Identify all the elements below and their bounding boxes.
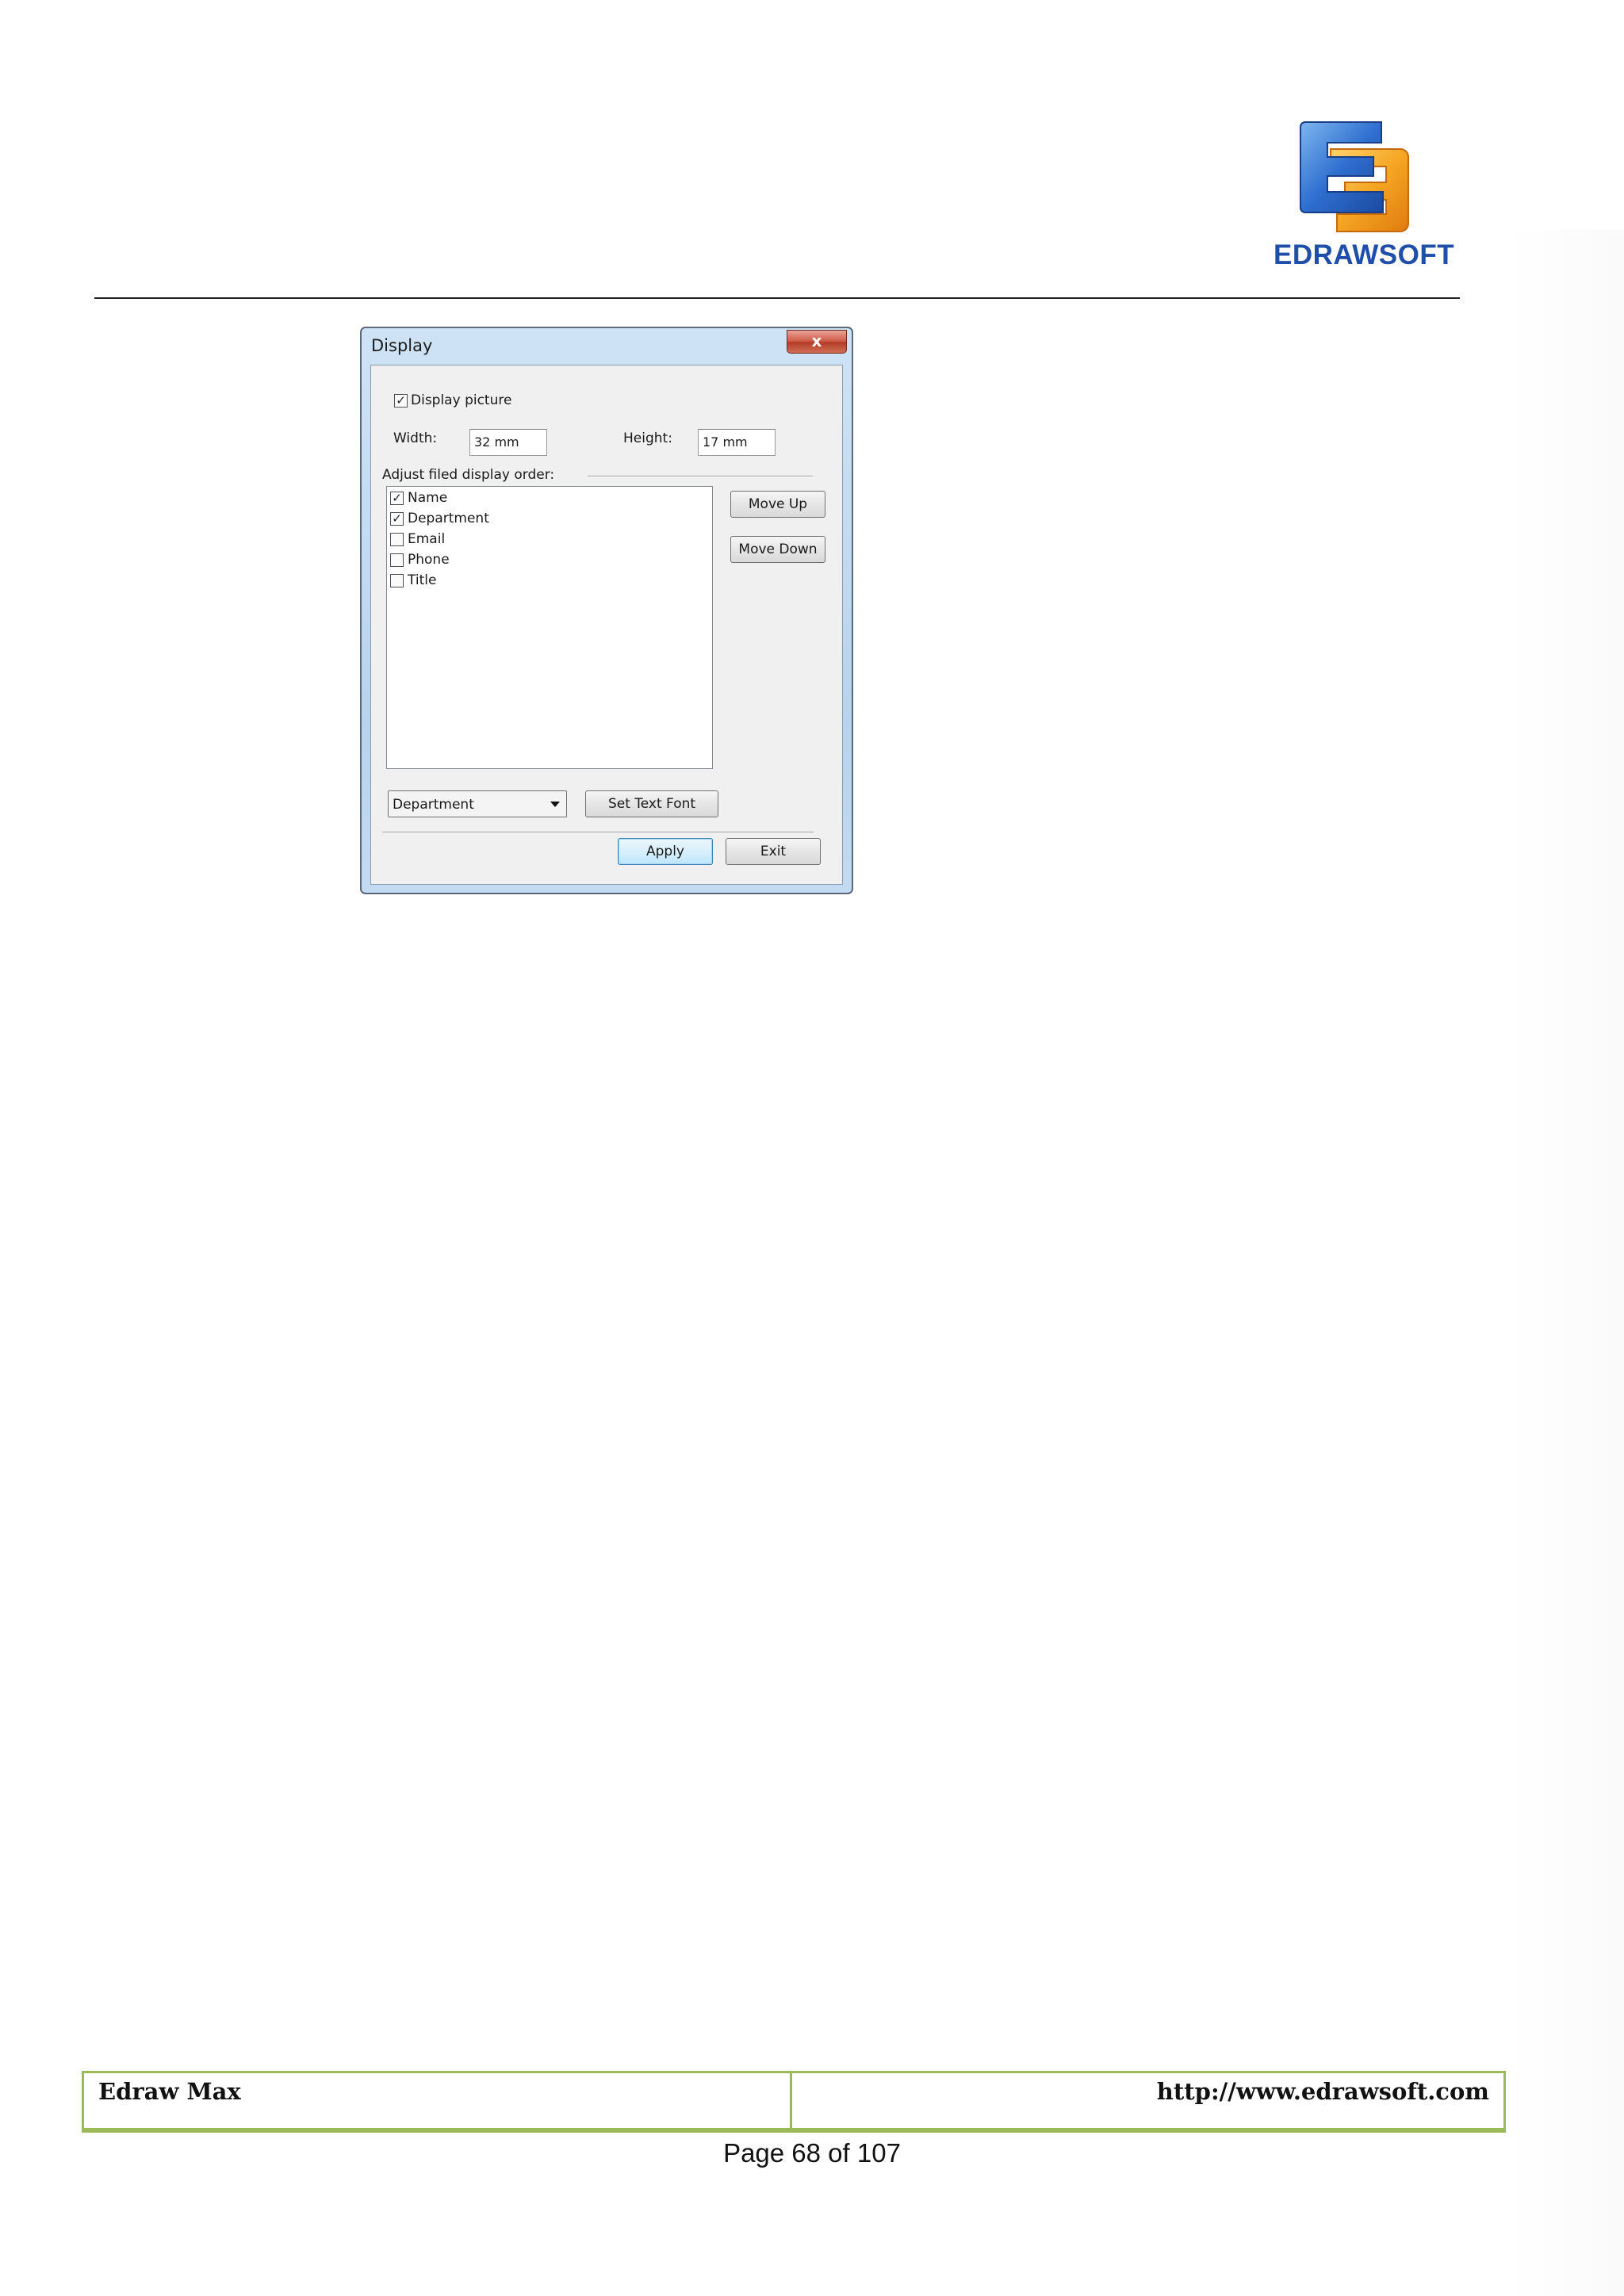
apply-button[interactable]: Apply [618,838,713,865]
field-title-checkbox[interactable] [390,574,404,587]
font-target-value: Department [393,797,474,813]
check-mark-icon: ✓ [392,491,402,505]
height-input[interactable]: 17 mm [698,429,776,456]
field-label: Email [408,531,446,547]
page-edge-shade [1507,230,1624,2296]
display-picture-checkbox[interactable]: ✓ [394,394,408,408]
header-divider [94,297,1460,299]
field-phone-checkbox[interactable] [390,553,404,567]
field-order-list[interactable]: ✓ Name ✓ Department Email Phone Title [386,486,713,769]
footer-table: Edraw Max http://www.edrawsoft.com [82,2071,1506,2133]
footer-divider [790,2073,792,2128]
footer-website-link[interactable]: http://www.edrawsoft.com [1157,2078,1489,2105]
check-mark-icon: ✓ [392,511,402,526]
field-label: Phone [408,552,450,568]
display-order-label: Adjust filed display order: [382,467,555,483]
field-department-checkbox[interactable]: ✓ [390,512,404,526]
field-name-checkbox[interactable]: ✓ [390,492,404,505]
dialog-title: Display [371,336,433,355]
logo-wordmark: EDRAWSOFT [1274,239,1455,270]
footer-product-name: Edraw Max [98,2078,241,2105]
move-up-button[interactable]: Move Up [730,491,825,518]
height-label: Height: [623,430,672,446]
display-picture-label: Display picture [411,392,512,408]
width-label: Width: [393,430,438,446]
field-label: Name [408,490,448,506]
dialog-titlebar[interactable]: Display x [362,328,852,365]
width-input[interactable]: 32 mm [469,429,547,456]
check-mark-icon: ✓ [396,393,406,408]
move-down-button[interactable]: Move Down [730,536,825,563]
field-email-checkbox[interactable] [390,533,404,546]
close-icon: x [811,331,822,350]
display-dialog: Display x ✓ Display picture Width: 32 mm… [360,327,853,894]
close-button[interactable]: x [787,330,847,354]
field-label: Title [408,572,437,588]
field-label: Department [408,511,489,526]
dialog-client-area: ✓ Display picture Width: 32 mm Height: 1… [370,365,843,885]
page-number: Page 68 of 107 [723,2138,901,2168]
exit-button[interactable]: Exit [726,838,821,865]
font-target-select[interactable]: Department [388,790,567,817]
chevron-down-icon [550,802,560,807]
set-text-font-button[interactable]: Set Text Font [585,790,718,817]
